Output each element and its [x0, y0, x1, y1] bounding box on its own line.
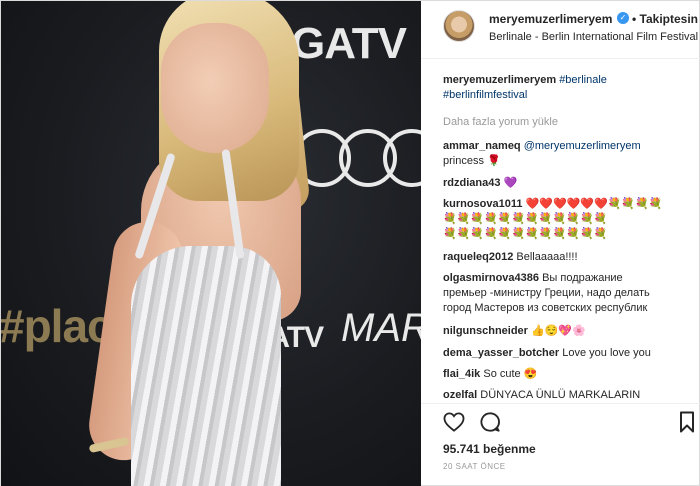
comment-text: DÜNYACA ÜNLÜ MARKALARIN	[480, 389, 641, 401]
comment-username[interactable]: kurnosova1011	[443, 198, 523, 210]
post-timestamp: 20 SAAT ÖNCE	[443, 462, 506, 471]
comment-username[interactable]: flai_4ik	[443, 368, 480, 380]
comment-text: Вы подражание	[542, 272, 623, 284]
comment-username[interactable]: raqueleq2012	[443, 251, 513, 263]
comment: dema_yasser_botcher Love you love you	[443, 346, 651, 361]
comment-text: ❤️❤️❤️❤️❤️❤️💐💐💐💐	[525, 198, 663, 210]
follow-status[interactable]: • Takiptesin	[632, 12, 698, 26]
comment-text: 👍😌💖🌸	[531, 325, 586, 337]
hashtag-link[interactable]: #berlinfilmfestival	[443, 89, 527, 101]
comment: ammar_nameq @meryemuzerlimeryem princess…	[443, 139, 641, 169]
comment-username[interactable]: ozelfal	[443, 389, 477, 401]
comment-text: 💐💐💐💐💐💐💐💐💐💐💐💐	[443, 213, 608, 225]
comment: raqueleq2012 Bellaaaaa!!!!	[443, 250, 578, 265]
comment-username[interactable]: rdzdiana43	[443, 177, 500, 189]
post-sidebar: meryemuzerlimeryem ✓ • Takiptesin Berlin…	[421, 1, 700, 486]
comment-username[interactable]: ammar_nameq	[443, 140, 521, 152]
comment-username[interactable]: nilgunschneider	[443, 325, 528, 337]
load-more-comments[interactable]: Daha fazla yorum yükle	[443, 115, 558, 130]
comment-text: princess 🌹	[443, 155, 501, 167]
post-photo[interactable]: GATV #placeto GATV MAR	[1, 1, 421, 486]
heart-icon[interactable]	[443, 412, 465, 432]
author-username[interactable]: meryemuzerlimeryem	[489, 12, 612, 26]
caption: meryemuzerlimeryem #berlinale #berlinfil…	[443, 73, 607, 103]
comment: nilgunschneider 👍😌💖🌸	[443, 324, 586, 339]
comment: flai_4ik So cute 😍	[443, 367, 537, 382]
comment-text: So cute 😍	[483, 368, 538, 380]
comment: olgasmirnova4386 Вы подражание премьер -…	[443, 271, 650, 316]
bookmark-icon[interactable]	[679, 411, 695, 433]
mention-link[interactable]: @meryemuzerlimeryem	[524, 140, 641, 152]
like-count[interactable]: 95.741 beğenme	[443, 442, 536, 456]
comment-text: премьер -министру Греции, надо делать	[443, 287, 650, 299]
silver-dress	[131, 246, 281, 486]
comment: kurnosova1011 ❤️❤️❤️❤️❤️❤️💐💐💐💐 💐💐💐💐💐💐💐💐💐…	[443, 197, 663, 242]
comment-text: 💜	[503, 177, 518, 189]
avatar[interactable]	[443, 10, 475, 42]
backdrop-logo-top: GATV	[291, 19, 407, 68]
hashtag-link[interactable]: #berlinale	[559, 74, 607, 86]
comment-text: Bellaaaaa!!!!	[516, 251, 578, 263]
verified-badge-icon: ✓	[617, 12, 629, 24]
comment-list: meryemuzerlimeryem #berlinale #berlinfil…	[443, 73, 695, 403]
woman-face	[161, 23, 269, 153]
location-link[interactable]: Berlinale - Berlin International Film Fe…	[489, 31, 698, 43]
comment-text: город Мастеров из советских республик	[443, 302, 648, 314]
action-bar: 95.741 beğenme 20 SAAT ÖNCE	[421, 403, 700, 486]
comment-username[interactable]: olgasmirnova4386	[443, 272, 539, 284]
comment-username[interactable]: dema_yasser_botcher	[443, 347, 559, 359]
comment-text: 💐💐💐💐💐💐💐💐💐💐💐💐	[443, 228, 608, 240]
instagram-post: GATV #placeto GATV MAR meryemuzerlimerye…	[0, 0, 700, 486]
caption-username[interactable]: meryemuzerlimeryem	[443, 74, 556, 86]
comment-text: Love you love you	[562, 347, 651, 359]
comment: ozelfal DÜNYACA ÜNLÜ MARKALARIN	[443, 388, 640, 403]
comment-icon[interactable]	[479, 411, 501, 433]
comment: rdzdiana43 💜	[443, 176, 517, 191]
backdrop-mar: MAR	[341, 306, 421, 350]
post-header: meryemuzerlimeryem ✓ • Takiptesin Berlin…	[421, 1, 700, 59]
